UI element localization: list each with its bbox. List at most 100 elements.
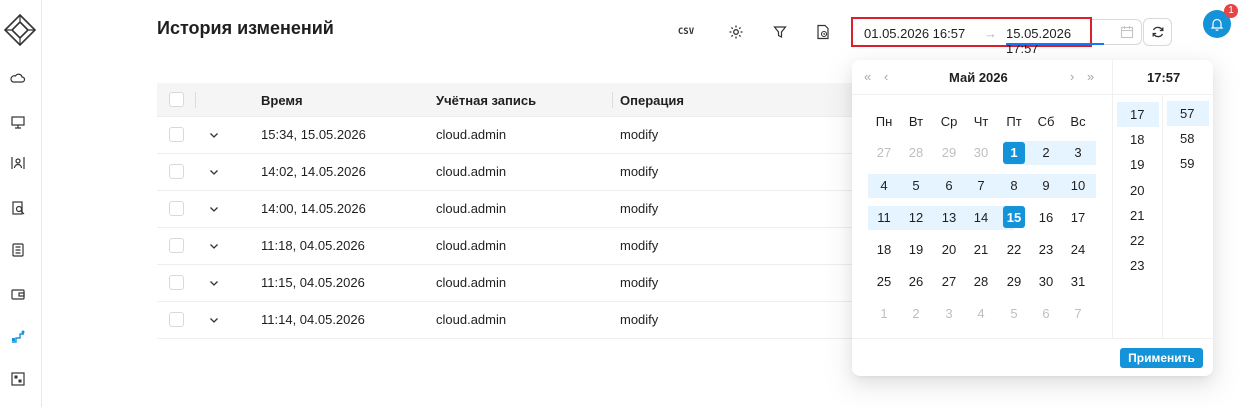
table-row[interactable]: 15:34, 15.05.2026 cloud.admin modify xyxy=(157,117,857,154)
table-row[interactable]: 14:02, 14.05.2026 cloud.admin modify xyxy=(157,154,857,191)
calendar-day[interactable]: 22 xyxy=(998,238,1030,262)
calendar-day[interactable]: 8 xyxy=(998,174,1030,198)
document-nav-icon[interactable] xyxy=(10,242,26,258)
row-checkbox[interactable] xyxy=(169,238,184,253)
calendar-day[interactable]: 14 xyxy=(965,206,997,230)
calendar-day[interactable]: 5 xyxy=(998,302,1030,326)
calendar-day[interactable]: 25 xyxy=(868,270,900,294)
row-checkbox[interactable] xyxy=(169,127,184,142)
hour-option[interactable]: 17 xyxy=(1117,102,1159,127)
calendar-day[interactable]: 23 xyxy=(1030,238,1062,262)
hour-option[interactable]: 20 xyxy=(1117,178,1159,203)
minute-option[interactable]: 58 xyxy=(1167,126,1209,151)
date-range-picker[interactable]: 01.05.2026 16:57 → 15.05.2026 17:57 xyxy=(851,17,1104,56)
hour-option[interactable]: 18 xyxy=(1117,127,1159,152)
history-button[interactable] xyxy=(811,20,835,44)
table-row[interactable]: 11:18, 04.05.2026 cloud.admin modify xyxy=(157,228,857,265)
apply-button[interactable]: Применить xyxy=(1120,348,1203,368)
calendar-day[interactable]: 7 xyxy=(965,174,997,198)
column-header-time[interactable]: Время xyxy=(261,93,303,108)
minute-column[interactable]: 57 58 59 xyxy=(1162,95,1213,338)
column-header-operation[interactable]: Операция xyxy=(620,93,684,108)
table-row[interactable]: 11:14, 04.05.2026 cloud.admin modify xyxy=(157,302,857,339)
calendar-day[interactable]: 12 xyxy=(900,206,932,230)
chevron-down-icon[interactable] xyxy=(208,240,220,252)
calendar-day[interactable]: 6 xyxy=(1030,302,1062,326)
range-start-input[interactable]: 01.05.2026 16:57 xyxy=(864,26,965,41)
minute-option[interactable]: 57 xyxy=(1167,101,1209,126)
hour-option[interactable]: 21 xyxy=(1117,203,1159,228)
calendar-day[interactable]: 16 xyxy=(1030,206,1062,230)
calendar-day[interactable]: 10 xyxy=(1062,174,1094,198)
calendar-day[interactable]: 2 xyxy=(900,302,932,326)
chevron-down-icon[interactable] xyxy=(208,203,220,215)
chevron-down-icon[interactable] xyxy=(208,277,220,289)
chevron-down-icon[interactable] xyxy=(208,314,220,326)
dashboard-nav-icon[interactable] xyxy=(10,371,26,387)
calendar-day[interactable]: 2 xyxy=(1030,141,1062,165)
calendar-day[interactable]: 11 xyxy=(868,206,900,230)
calendar-day[interactable]: 29 xyxy=(998,270,1030,294)
calendar-day[interactable]: 3 xyxy=(933,302,965,326)
calendar-day[interactable]: 4 xyxy=(965,302,997,326)
hour-column[interactable]: 17 18 19 20 21 22 23 xyxy=(1112,95,1162,338)
calendar-day[interactable]: 27 xyxy=(933,270,965,294)
next-month-icon[interactable]: › xyxy=(1070,69,1074,84)
minute-option[interactable]: 59 xyxy=(1167,151,1209,176)
calendar-day[interactable]: 20 xyxy=(933,238,965,262)
calendar-day[interactable]: 7 xyxy=(1062,302,1094,326)
calendar-day[interactable]: 28 xyxy=(965,270,997,294)
cloud-nav-icon[interactable] xyxy=(10,71,26,87)
calendar-day[interactable]: 6 xyxy=(933,174,965,198)
calendar-day[interactable]: 30 xyxy=(1030,270,1062,294)
calendar-day-selected[interactable]: 15 xyxy=(998,206,1030,230)
calendar-day[interactable]: 30 xyxy=(965,141,997,165)
calendar-day[interactable]: 1 xyxy=(868,302,900,326)
calendar-day[interactable]: 9 xyxy=(1030,174,1062,198)
range-end-input[interactable]: 15.05.2026 17:57 xyxy=(1006,26,1090,56)
month-year-label[interactable]: Май 2026 xyxy=(949,70,1008,85)
calendar-day[interactable]: 13 xyxy=(933,206,965,230)
calendar-day[interactable]: 4 xyxy=(868,174,900,198)
refresh-button[interactable] xyxy=(1143,18,1172,46)
row-checkbox[interactable] xyxy=(169,164,184,179)
hour-option[interactable]: 23 xyxy=(1117,253,1159,278)
calendar-day[interactable]: 27 xyxy=(868,141,900,165)
calendar-day[interactable]: 29 xyxy=(933,141,965,165)
chevron-down-icon[interactable] xyxy=(208,166,220,178)
prev-month-icon[interactable]: ‹ xyxy=(884,69,888,84)
row-checkbox[interactable] xyxy=(169,201,184,216)
select-all-checkbox[interactable] xyxy=(169,92,184,107)
calendar-day[interactable]: 31 xyxy=(1062,270,1094,294)
row-checkbox[interactable] xyxy=(169,275,184,290)
calendar-day[interactable]: 3 xyxy=(1062,141,1094,165)
users-nav-icon[interactable] xyxy=(10,155,26,171)
calendar-day[interactable]: 21 xyxy=(965,238,997,262)
monitor-nav-icon[interactable] xyxy=(10,114,26,130)
calendar-day[interactable]: 17 xyxy=(1062,206,1094,230)
range-picker-suffix[interactable] xyxy=(1092,19,1142,45)
calendar-day[interactable]: 26 xyxy=(900,270,932,294)
row-checkbox[interactable] xyxy=(169,312,184,327)
chevron-down-icon[interactable] xyxy=(208,129,220,141)
next-year-icon[interactable]: » xyxy=(1087,69,1094,84)
network-nav-icon[interactable] xyxy=(10,329,26,345)
table-row[interactable]: 14:00, 14.05.2026 cloud.admin modify xyxy=(157,191,857,228)
calendar-day[interactable]: 24 xyxy=(1062,238,1094,262)
calendar-day[interactable]: 18 xyxy=(868,238,900,262)
audit-nav-icon[interactable] xyxy=(10,200,26,216)
wallet-nav-icon[interactable] xyxy=(10,286,26,302)
calendar-day[interactable]: 5 xyxy=(900,174,932,198)
calendar-day-selected[interactable]: 1 xyxy=(998,141,1030,165)
prev-year-icon[interactable]: « xyxy=(864,69,871,84)
hour-option[interactable]: 22 xyxy=(1117,228,1159,253)
calendar-day[interactable]: 28 xyxy=(900,141,932,165)
hour-option[interactable]: 19 xyxy=(1117,152,1159,177)
table-row[interactable]: 11:15, 04.05.2026 cloud.admin modify xyxy=(157,265,857,302)
calendar-icon[interactable] xyxy=(1120,25,1134,39)
column-header-account[interactable]: Учётная запись xyxy=(436,93,536,108)
filter-button[interactable] xyxy=(768,20,792,44)
logo-icon[interactable] xyxy=(3,13,37,47)
calendar-day[interactable]: 19 xyxy=(900,238,932,262)
settings-button[interactable] xyxy=(724,20,748,44)
